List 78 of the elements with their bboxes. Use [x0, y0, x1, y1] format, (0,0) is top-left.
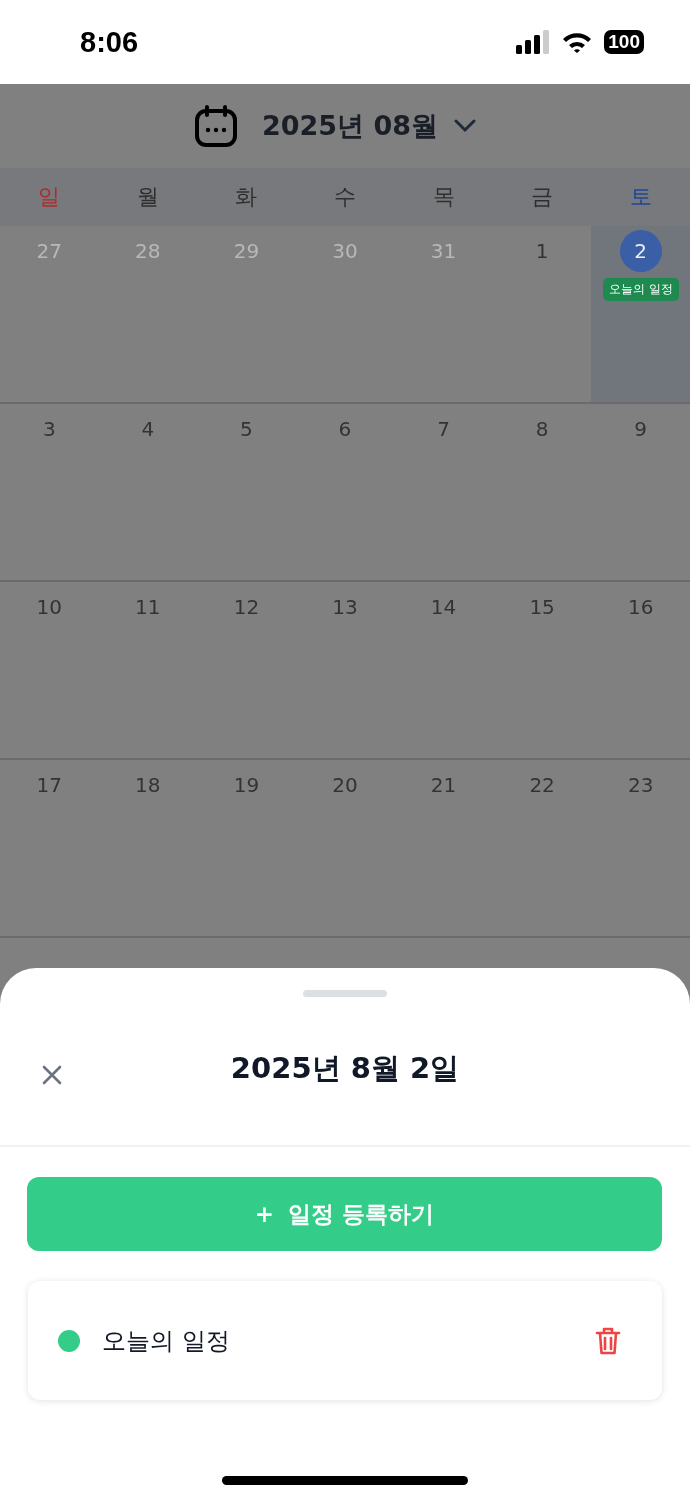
- weekday-label: 토: [629, 183, 652, 211]
- day-cell[interactable]: 15: [492, 582, 592, 758]
- day-cell[interactable]: 13: [295, 582, 395, 758]
- day-cell[interactable]: 1: [492, 226, 592, 402]
- wifi-icon: [562, 31, 593, 53]
- day-number: 1: [534, 238, 550, 265]
- day-number: 8: [534, 416, 550, 443]
- month-title[interactable]: 2025년 08월: [261, 108, 439, 144]
- day-cell[interactable]: 5: [197, 404, 296, 580]
- weekday-label: 목: [432, 183, 455, 211]
- weekday-label: 월: [136, 183, 159, 211]
- day-cell[interactable]: 9: [591, 404, 690, 580]
- day-number: 19: [232, 772, 261, 799]
- day-cell[interactable]: 18: [98, 760, 198, 936]
- day-number: 3: [41, 416, 57, 443]
- sheet-handle[interactable]: [303, 990, 387, 997]
- day-cell[interactable]: 4: [98, 404, 198, 580]
- day-cell[interactable]: 17: [0, 760, 99, 936]
- weekday-label: 수: [334, 183, 356, 211]
- add-event-button[interactable]: + 일정 등록하기: [27, 1177, 662, 1251]
- day-cell[interactable]: 16: [591, 582, 690, 758]
- signal-icon: [516, 30, 551, 54]
- day-cell[interactable]: 28: [98, 226, 198, 402]
- day-number: 13: [331, 594, 359, 621]
- day-number: 7: [436, 416, 451, 443]
- day-number: 4: [140, 416, 156, 443]
- event-card[interactable]: 오늘의 일정: [28, 1281, 662, 1400]
- day-number: 11: [134, 594, 162, 621]
- day-number: 22: [528, 772, 556, 799]
- day-cell[interactable]: 30: [295, 226, 395, 402]
- day-number: 30: [331, 238, 359, 265]
- day-cell[interactable]: 14: [394, 582, 493, 758]
- close-icon[interactable]: [40, 1063, 64, 1087]
- day-cell[interactable]: 20: [295, 760, 395, 936]
- day-cell[interactable]: 22: [492, 760, 592, 936]
- weekday-label: 금: [531, 183, 554, 211]
- weekday-label: 화: [235, 183, 258, 211]
- day-cell[interactable]: 21: [394, 760, 493, 936]
- day-cell[interactable]: 23: [591, 760, 690, 936]
- day-cell[interactable]: 12: [197, 582, 296, 758]
- day-number: 9: [633, 416, 649, 443]
- battery-indicator: 100: [604, 30, 644, 54]
- day-number: 31: [429, 238, 458, 265]
- day-number: 29: [232, 238, 261, 265]
- day-number: 27: [35, 238, 63, 265]
- day-cell[interactable]: 2 오늘의 일정: [591, 226, 690, 402]
- day-cell[interactable]: 6: [295, 404, 395, 580]
- weekday-label: 일: [38, 183, 61, 211]
- day-cell[interactable]: 11: [98, 582, 198, 758]
- day-cell[interactable]: 8: [492, 404, 592, 580]
- day-cell[interactable]: 3: [0, 404, 99, 580]
- day-cell[interactable]: 10: [0, 582, 99, 758]
- day-cell[interactable]: 27: [0, 226, 99, 402]
- day-number: 15: [528, 594, 556, 621]
- day-number: 6: [337, 416, 353, 443]
- sheet-title: 2025년 8월 2일: [230, 1050, 460, 1087]
- day-cell[interactable]: 29: [197, 226, 296, 402]
- day-number: 5: [239, 416, 254, 443]
- day-number: 16: [626, 594, 655, 621]
- trash-icon[interactable]: [594, 1325, 622, 1356]
- day-number: 21: [429, 772, 458, 799]
- day-number: 28: [134, 238, 162, 265]
- status-time: 8:06: [80, 25, 139, 59]
- day-cell[interactable]: 7: [394, 404, 493, 580]
- day-number: 12: [232, 594, 261, 621]
- day-number: 2: [619, 230, 662, 272]
- day-number: 23: [626, 772, 655, 799]
- event-title: 오늘의 일정: [102, 1325, 231, 1357]
- day-cell[interactable]: 19: [197, 760, 296, 936]
- chevron-down-icon[interactable]: [454, 119, 477, 133]
- day-number: 17: [35, 772, 63, 799]
- day-number: 20: [331, 772, 359, 799]
- day-number: 10: [35, 594, 63, 621]
- day-cell[interactable]: 31: [394, 226, 493, 402]
- calendar-icon[interactable]: [193, 104, 238, 148]
- day-number: 14: [429, 594, 458, 621]
- day-number: 18: [134, 772, 162, 799]
- event-badge[interactable]: 오늘의 일정: [602, 278, 679, 301]
